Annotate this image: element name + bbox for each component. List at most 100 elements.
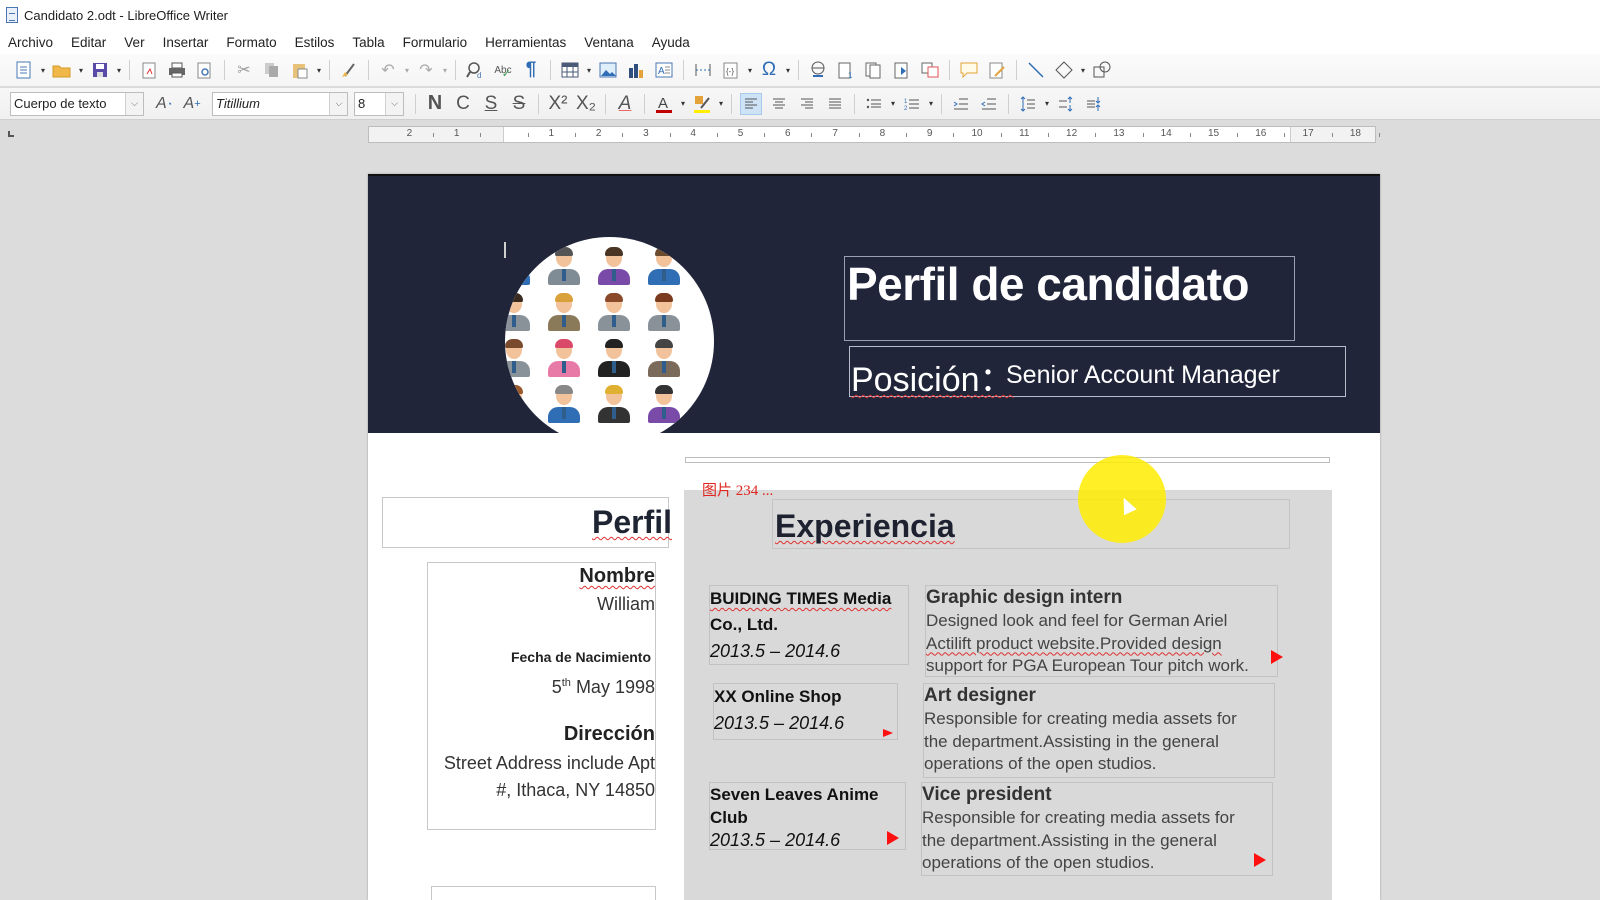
chevron-down-icon[interactable]: ⌵	[385, 92, 403, 115]
font-color-dropdown-arrow[interactable]: ▾	[679, 93, 687, 115]
page-break-icon[interactable]	[692, 59, 714, 81]
clear-formatting-icon[interactable]: A	[614, 93, 636, 115]
shapes-dropdown-arrow[interactable]: ▾	[1079, 59, 1087, 81]
document-page[interactable]: Perfil de candidato Posición： Senior Acc…	[368, 174, 1380, 900]
insert-textbox-icon[interactable]: A	[653, 59, 675, 81]
special-character-dropdown-arrow[interactable]: ▾	[784, 59, 792, 81]
align-right-button[interactable]	[796, 93, 818, 115]
subscript-button[interactable]: X₂	[575, 93, 597, 115]
unordered-list-icon[interactable]	[863, 93, 885, 115]
print-preview-icon[interactable]	[194, 59, 216, 81]
save-dropdown-arrow[interactable]: ▾	[115, 59, 123, 81]
comment-icon[interactable]	[958, 59, 980, 81]
open-folder-icon[interactable]	[51, 59, 73, 81]
align-left-button[interactable]	[740, 92, 762, 115]
paragraph-style-combo[interactable]: Cuerpo de texto ⌵	[10, 91, 144, 116]
decrease-indent-icon[interactable]	[978, 93, 1000, 115]
profile-info-frame[interactable]: Nombre William Fecha de Nacimiento 5th M…	[427, 562, 656, 830]
undo-dropdown-arrow[interactable]: ▾	[403, 59, 411, 81]
menu-archivo[interactable]: Archivo	[8, 35, 53, 50]
ordered-list-dropdown-arrow[interactable]: ▾	[927, 93, 935, 115]
profile-heading-frame[interactable]: Perfil	[382, 497, 672, 548]
menu-herramientas[interactable]: Herramientas	[485, 35, 566, 50]
track-changes-icon[interactable]	[986, 59, 1008, 81]
underline-button[interactable]: S	[480, 93, 502, 115]
paste-dropdown-arrow[interactable]: ▾	[315, 59, 323, 81]
insert-chart-icon[interactable]	[625, 59, 647, 81]
endnote-icon[interactable]	[863, 59, 885, 81]
table-dropdown-arrow[interactable]: ▾	[585, 59, 593, 81]
export-pdf-icon[interactable]	[138, 59, 160, 81]
italic-button[interactable]: C	[452, 93, 474, 115]
menu-insertar[interactable]: Insertar	[163, 35, 209, 50]
redo-dropdown-arrow[interactable]: ▾	[441, 59, 449, 81]
tab-stop-selector[interactable]	[8, 131, 14, 137]
cross-reference-icon[interactable]	[919, 59, 941, 81]
line-spacing-dropdown-arrow[interactable]: ▾	[1043, 93, 1051, 115]
insert-table-icon[interactable]	[559, 59, 581, 81]
menu-ayuda[interactable]: Ayuda	[652, 35, 690, 50]
line-spacing-icon[interactable]	[1017, 93, 1039, 115]
experience-heading-frame[interactable]: Experiencia	[772, 499, 1290, 549]
menu-ventana[interactable]: Ventana	[584, 35, 634, 50]
menu-formato[interactable]: Formato	[226, 35, 276, 50]
insert-image-icon[interactable]	[597, 59, 619, 81]
special-character-icon[interactable]: Ω	[758, 59, 780, 81]
redo-icon[interactable]: ↷	[415, 59, 437, 81]
chevron-down-icon[interactable]: ⌵	[125, 92, 143, 115]
increase-indent-icon[interactable]	[950, 93, 972, 115]
decrease-paragraph-spacing-icon[interactable]	[1083, 93, 1105, 115]
align-center-button[interactable]	[768, 93, 790, 115]
justify-button[interactable]	[824, 93, 846, 115]
position-frame[interactable]: Posición： Senior Account Manager	[849, 346, 1346, 399]
update-style-icon[interactable]: A ◔	[153, 93, 175, 115]
menu-formulario[interactable]: Formulario	[403, 35, 468, 50]
spellcheck-icon[interactable]: Abc ✓	[492, 59, 514, 81]
highlight-color-icon[interactable]	[691, 93, 713, 115]
font-size-combo[interactable]: 8 ⌵	[354, 91, 404, 116]
increase-paragraph-spacing-icon[interactable]	[1055, 93, 1077, 115]
ordered-list-icon[interactable]: 12	[901, 93, 923, 115]
menu-estilos[interactable]: Estilos	[295, 35, 335, 50]
draw-functions-icon[interactable]	[1091, 59, 1113, 81]
company-frame[interactable]: XX Online Shop 2013.5 – 2014.6	[713, 683, 898, 740]
font-name-combo[interactable]: Titillium ⌵	[212, 91, 348, 116]
new-dropdown-arrow[interactable]: ▾	[39, 59, 47, 81]
save-icon[interactable]	[89, 59, 111, 81]
menu-tabla[interactable]: Tabla	[352, 35, 384, 50]
hyperlink-icon[interactable]	[807, 59, 829, 81]
people-avatars-image[interactable]	[505, 237, 714, 446]
basic-shapes-icon[interactable]	[1053, 59, 1075, 81]
company-frame[interactable]: Seven Leaves Anime Club 2013.5 – 2014.6	[709, 782, 906, 850]
clone-formatting-icon[interactable]	[338, 59, 360, 81]
print-icon[interactable]	[166, 59, 188, 81]
chevron-down-icon[interactable]: ⌵	[329, 92, 347, 115]
horizontal-ruler[interactable]: 2 1 1 2 3 4 5 6 7 8 9 10 11 12 13 14 15 16 17 18	[368, 126, 1381, 143]
job-frame[interactable]: Graphic design intern Designed look and …	[925, 585, 1283, 677]
company-frame[interactable]: BUIDING TIMES Media Co., Ltd. 2013.5 – 2…	[709, 585, 909, 665]
new-document-icon[interactable]	[13, 59, 35, 81]
open-dropdown-arrow[interactable]: ▾	[77, 59, 85, 81]
find-replace-icon[interactable]: d	[464, 59, 486, 81]
menu-editar[interactable]: Editar	[71, 35, 106, 50]
strikethrough-button[interactable]: S	[508, 93, 530, 115]
job-frame[interactable]: Vice president Responsible for creating …	[921, 782, 1273, 876]
experience-panel[interactable]: Experiencia BUIDING TIMES Media Co., Ltd…	[684, 490, 1332, 900]
field-dropdown-arrow[interactable]: ▾	[746, 59, 754, 81]
footnote-icon[interactable]: 1	[835, 59, 857, 81]
formatting-marks-icon[interactable]: ¶	[520, 59, 542, 81]
undo-icon[interactable]: ↶	[377, 59, 399, 81]
menu-ver[interactable]: Ver	[124, 35, 144, 50]
cut-icon[interactable]: ✂	[233, 59, 255, 81]
job-frame[interactable]: Art designer Responsible for creating me…	[923, 683, 1275, 778]
superscript-button[interactable]: X²	[547, 93, 569, 115]
title-frame[interactable]: Perfil de candidato	[844, 256, 1295, 341]
paste-icon[interactable]	[289, 59, 311, 81]
font-color-icon[interactable]: A	[653, 93, 675, 115]
insert-field-icon[interactable]: {-}	[720, 59, 742, 81]
line-icon[interactable]	[1025, 59, 1047, 81]
bold-button[interactable]: N	[424, 92, 446, 115]
copy-icon[interactable]	[261, 59, 283, 81]
lower-frame[interactable]	[431, 886, 656, 900]
bookmark-icon[interactable]	[891, 59, 913, 81]
